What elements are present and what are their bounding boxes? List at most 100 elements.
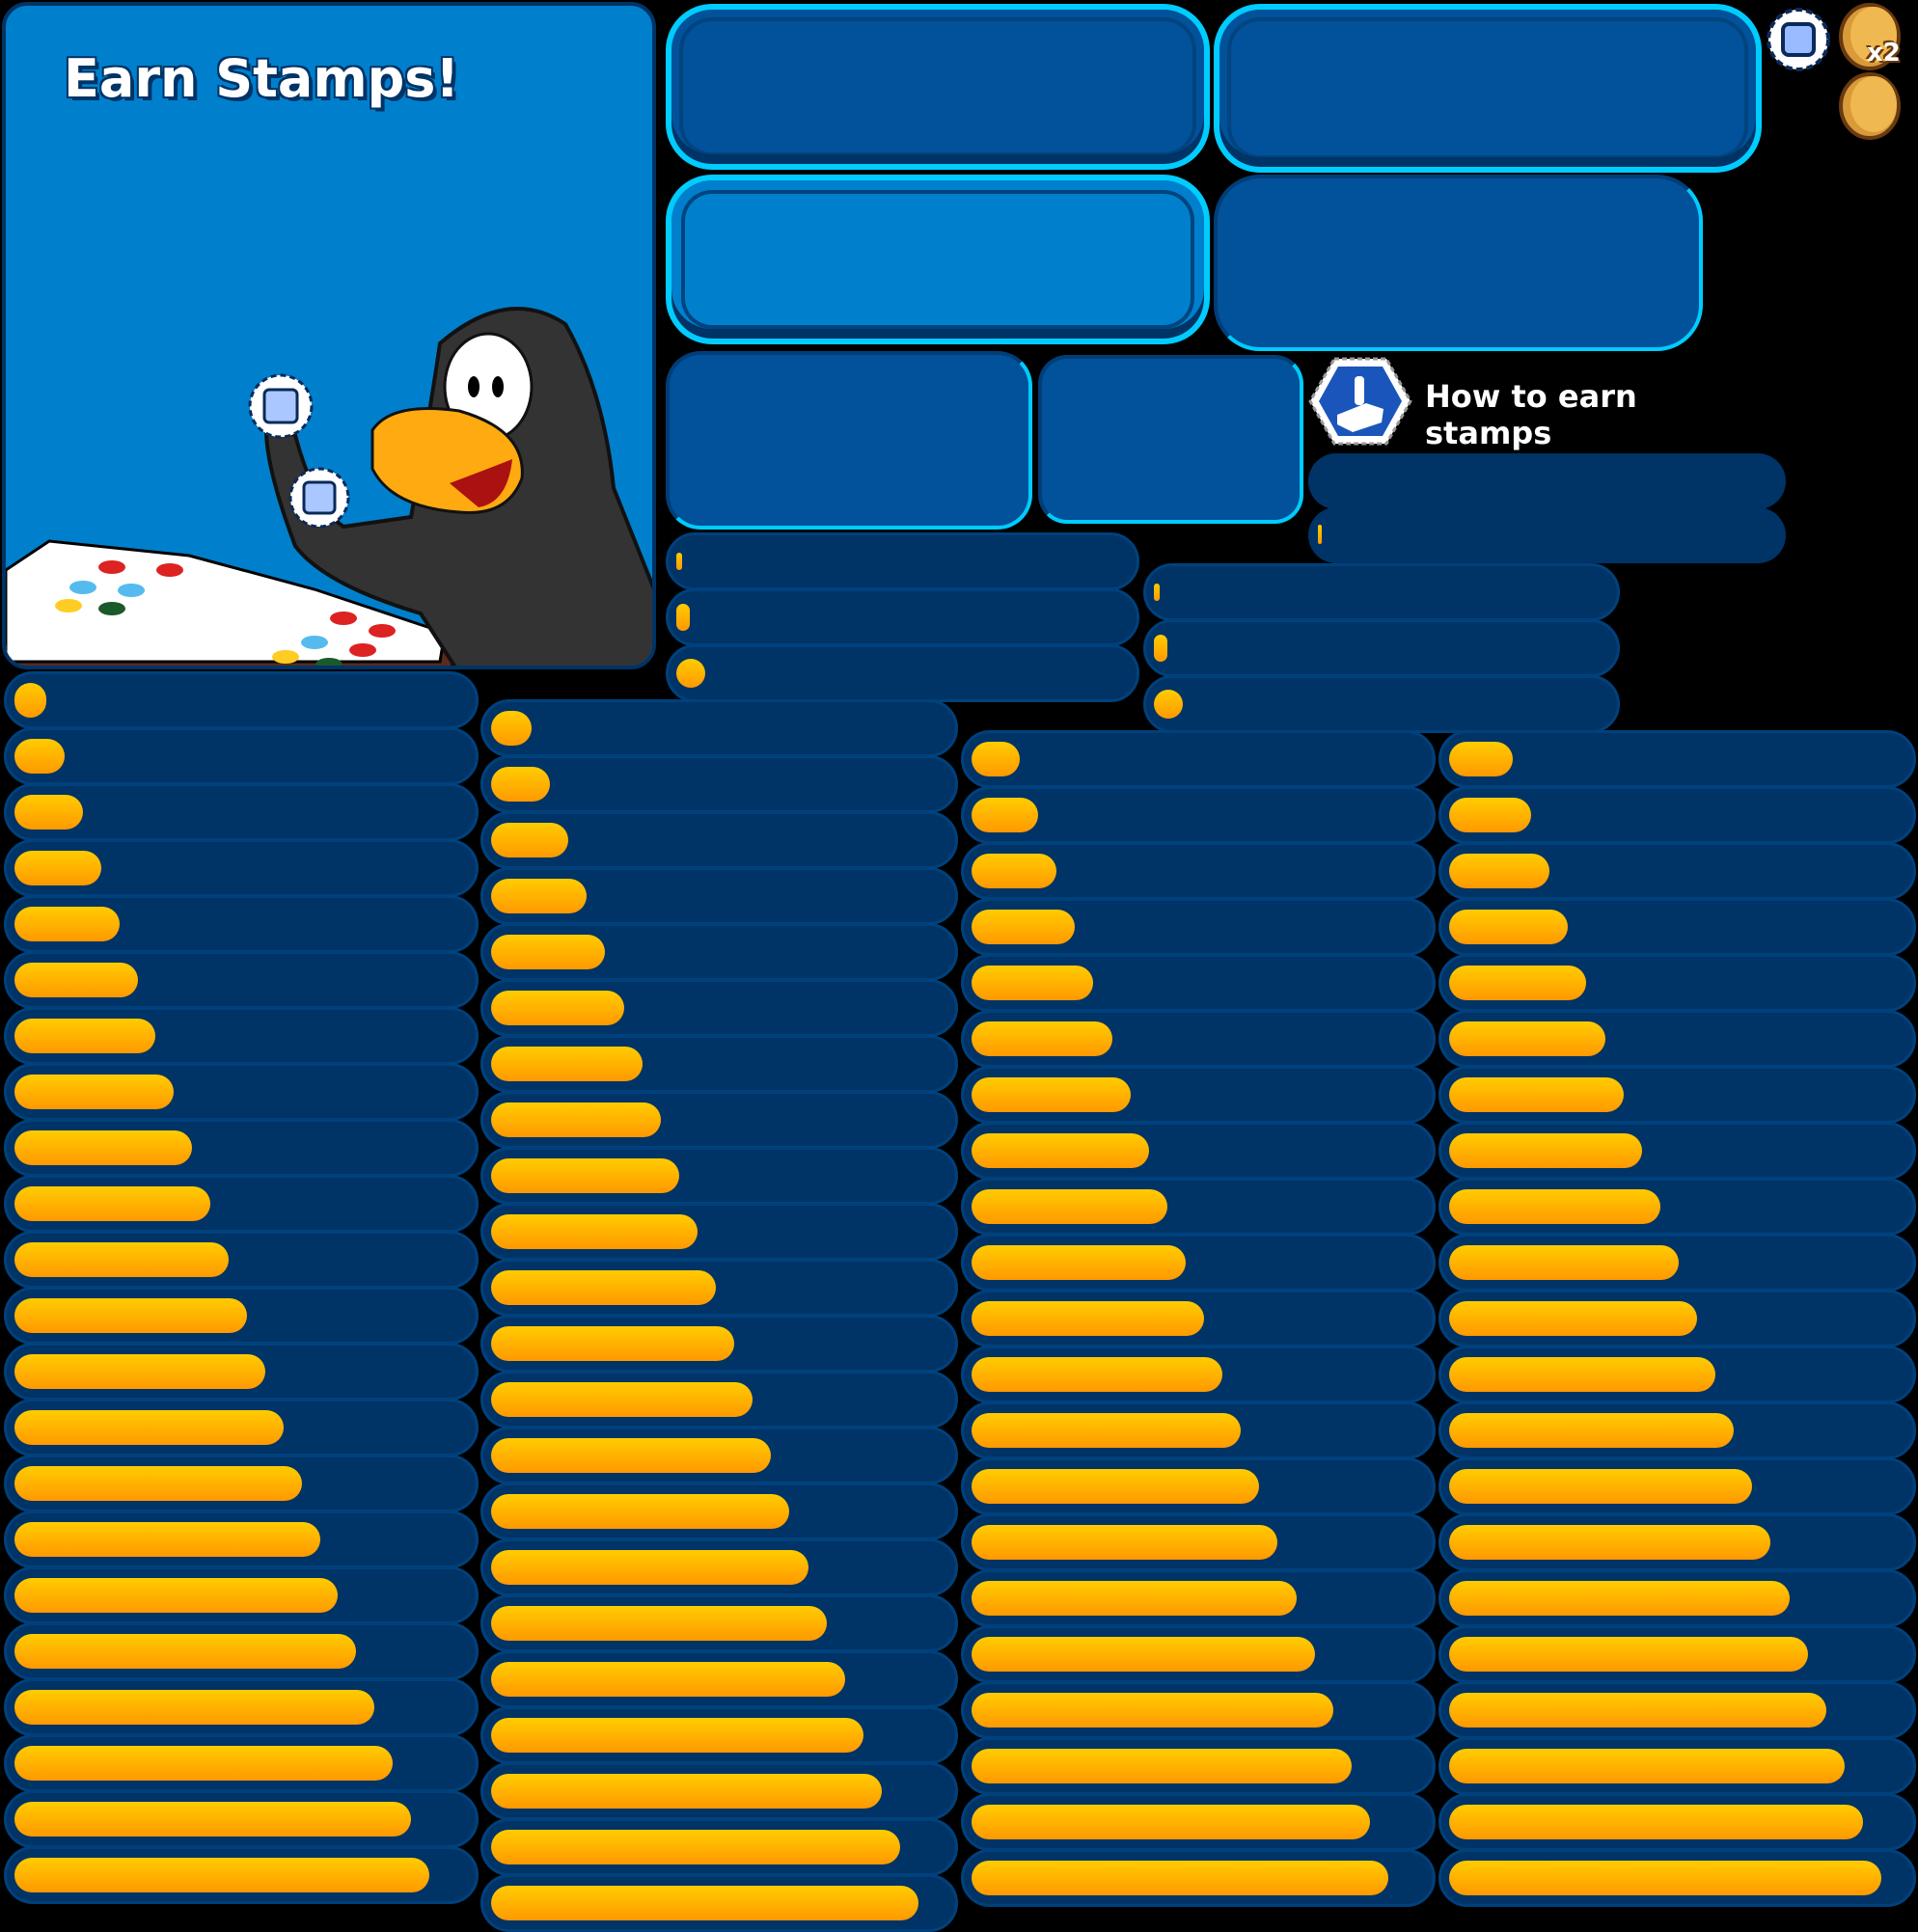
progress-fill [1449,798,1532,832]
progress-fill [1449,854,1550,888]
progress-fill [972,854,1057,888]
progress-frame [961,1346,1436,1403]
progress-frame [4,1734,479,1792]
button-sprite-small[interactable] [1038,355,1303,524]
progress-fill [14,1466,302,1501]
progress-frame [961,786,1436,844]
button-sprite-large-plain[interactable] [1214,175,1703,351]
progress-fill [491,1774,882,1809]
progress-fill [1449,1861,1881,1895]
button-sprite-medium[interactable] [666,351,1032,530]
progress-fill [972,1133,1149,1168]
progress-frame [1438,898,1916,956]
progress-frame [1438,1401,1916,1459]
progress-fill [14,1186,211,1221]
progress-fill [972,1469,1260,1504]
button-sprite-large-hover[interactable] [1214,4,1762,173]
progress-fill [491,1550,808,1585]
progress-fill [1449,1413,1735,1448]
progress-frame [1438,1513,1916,1571]
progress-frame [480,979,958,1037]
button-sprite-large-selected[interactable] [666,4,1210,170]
progress-fill [491,1102,661,1137]
progress-frame [1438,1569,1916,1627]
progress-frame [961,1569,1436,1627]
progress-frame [4,1622,479,1680]
progress-frame [961,1122,1436,1180]
progress-frame [1438,1793,1916,1851]
progress-frame [480,755,958,813]
progress-sliver [1318,525,1322,544]
dark-pill [1308,507,1786,563]
progress-frame [480,1706,958,1764]
progress-fill [14,1019,156,1053]
progress-frame [961,730,1436,788]
progress-frame [1438,1234,1916,1292]
progress-fill [676,553,682,570]
progress-frame [1438,954,1916,1012]
progress-frame [666,588,1139,646]
progress-fill [1449,910,1569,944]
joystick-stamp-icon [1308,357,1412,446]
earn-stamps-panel: Earn Stamps! [2,2,656,669]
progress-frame [961,1290,1436,1347]
progress-frame [480,699,958,757]
progress-frame [1438,1346,1916,1403]
progress-frame [4,1510,479,1568]
progress-frame [961,1793,1436,1851]
progress-fill [972,1693,1333,1728]
progress-frame [961,1681,1436,1739]
progress-fill [1449,1749,1845,1783]
progress-fill [14,907,120,941]
progress-frame [1143,563,1620,621]
progress-frame [1438,1010,1916,1068]
dark-pill [1308,453,1786,509]
progress-fill [491,991,624,1025]
stamp-icon [1767,8,1830,71]
progress-frame [4,1399,479,1456]
progress-fill [1449,1805,1863,1839]
progress-fill [1449,1525,1771,1560]
progress-fill [491,1382,754,1417]
progress-fill [972,1525,1278,1560]
progress-frame [480,923,958,981]
progress-frame [480,1650,958,1708]
progress-fill [491,1158,679,1193]
progress-fill [1449,1581,1790,1616]
progress-frame [4,1455,479,1512]
progress-frame [666,532,1139,590]
progress-frame [4,1343,479,1401]
progress-fill [972,798,1039,832]
progress-fill [14,963,138,997]
progress-fill [14,851,101,885]
progress-frame [1438,1737,1916,1795]
progress-frame [480,1203,958,1261]
progress-frame [480,1427,958,1484]
progress-fill [1449,1357,1716,1392]
progress-fill [972,1749,1352,1783]
progress-frame [480,1091,958,1149]
progress-fill [1449,966,1587,1000]
progress-fill [491,1270,716,1305]
progress-frame [666,644,1139,702]
progress-fill [972,742,1020,776]
progress-fill [972,1805,1370,1839]
progress-frame [961,1457,1436,1515]
progress-fill [972,1637,1315,1672]
progress-frame [4,1846,479,1904]
progress-frame [4,783,479,841]
progress-fill [1449,1693,1826,1728]
coin-icon [1839,72,1901,140]
progress-frame [961,1234,1436,1292]
progress-frame [4,1007,479,1065]
progress-frame [961,1737,1436,1795]
progress-frame [480,1371,958,1429]
button-sprite-large-light[interactable] [666,175,1210,344]
progress-fill [972,1581,1297,1616]
progress-frame [480,1483,958,1540]
progress-fill [14,1522,320,1557]
progress-fill [491,823,569,857]
progress-fill [14,1690,375,1725]
progress-fill [1154,584,1160,601]
how-to-earn-stamps-link[interactable]: How to earn stamps [1308,353,1694,451]
